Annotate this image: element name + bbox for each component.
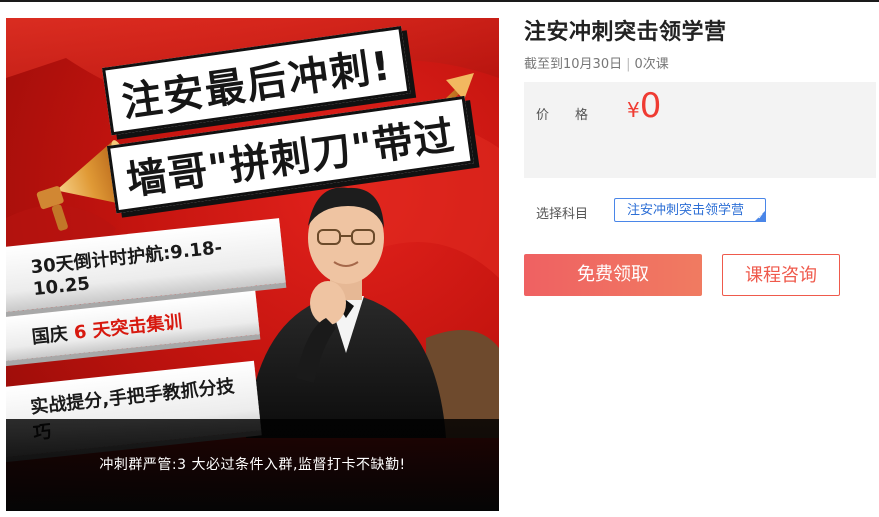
subject-label: 选择科目 xyxy=(536,207,589,222)
price-label: 价格 xyxy=(536,108,615,123)
course-consult-button[interactable]: 课程咨询 xyxy=(722,254,840,296)
currency-symbol: ¥ xyxy=(627,98,640,122)
price-amount: 0 xyxy=(639,86,662,126)
course-poster: 注安最后冲刺! 墙哥"拼刺刀"带过 30天倒计时护航:9.18-10.25 国庆… xyxy=(6,18,499,511)
subject-option-label: 注安冲刺突击领学营 xyxy=(627,203,745,218)
course-lessons: 0次课 xyxy=(634,57,669,72)
course-title: 注安冲刺突击领学营 xyxy=(524,20,727,45)
banner-prefix: 国庆 xyxy=(30,323,69,349)
presenter-photo xyxy=(246,187,446,438)
banner-highlight: 6 天突击集训 xyxy=(72,311,184,344)
poster-footer: 冲刺群严管:3 大必过条件入群,监督打卡不缺勤! xyxy=(6,419,499,511)
free-claim-button[interactable]: 免费领取 xyxy=(524,254,702,296)
check-mark-icon: ✓ xyxy=(757,212,764,221)
course-meta: 截至到10月30日 | 0次课 xyxy=(524,53,669,72)
subject-option-selected[interactable]: 注安冲刺突击领学营 ✓ xyxy=(614,198,766,222)
top-divider xyxy=(0,0,879,2)
meta-separator: | xyxy=(626,57,631,72)
price-box: 价格 ¥0 xyxy=(524,82,876,178)
price-value: ¥0 xyxy=(627,86,661,126)
course-deadline: 截至到10月30日 xyxy=(524,57,623,72)
